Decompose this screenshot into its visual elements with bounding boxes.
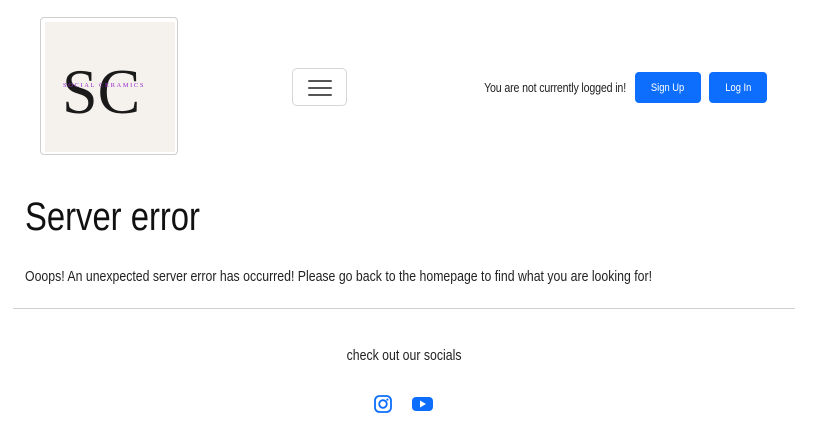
navbar-toggle-button[interactable] [292,68,347,106]
instagram-icon-graphic [374,395,392,413]
socials-heading: check out our socials [0,345,808,367]
logo-graphic: SC SOCIAL CERAMICS [62,56,145,127]
logo-monogram: SC [62,56,140,127]
log-in-label: Log In [724,81,752,94]
footer-divider [13,308,795,309]
sign-up-label: Sign Up [651,81,685,94]
hamburger-icon-bar [308,87,332,89]
log-in-button[interactable]: Log In [709,72,767,103]
site-logo[interactable]: SC SOCIAL CERAMICS [40,17,178,155]
login-status-text: You are not currently logged in! [484,80,626,95]
page-title: Server error [25,195,200,239]
youtube-icon[interactable] [411,394,433,414]
hamburger-icon-bar [308,80,332,82]
page: SC SOCIAL CERAMICS You are not currently… [0,0,816,446]
logo-image: SC SOCIAL CERAMICS [45,22,175,152]
youtube-icon-graphic [412,397,433,411]
hamburger-icon-bar [308,94,332,96]
instagram-icon[interactable] [372,394,394,414]
socials-heading-text: check out our socials [346,347,462,364]
error-message: Ooops! An unexpected server error has oc… [25,268,652,285]
sign-up-button[interactable]: Sign Up [635,72,701,103]
logo-wordmark: SOCIAL CERAMICS [63,82,145,89]
